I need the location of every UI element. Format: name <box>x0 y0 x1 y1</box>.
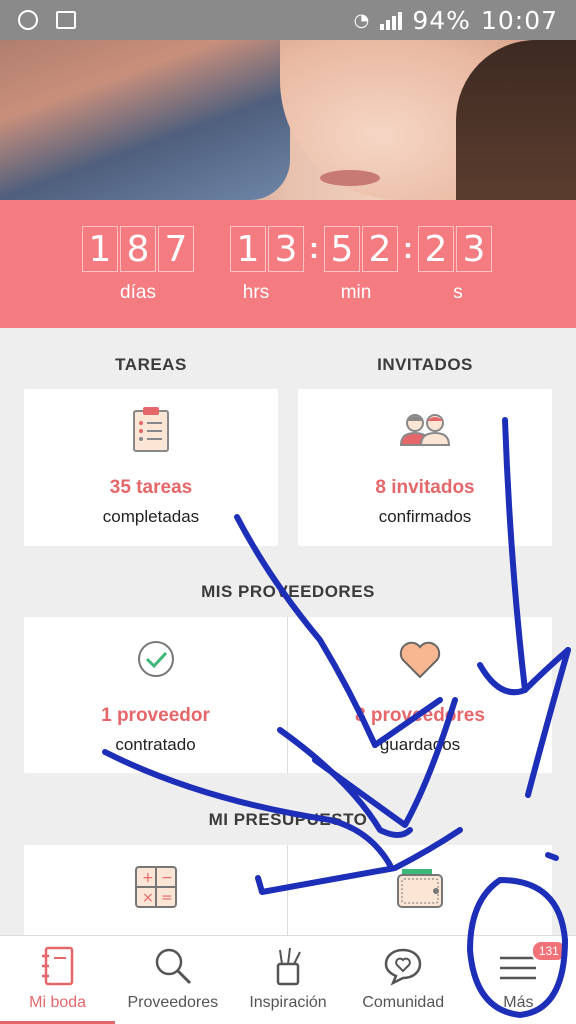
wedding-countdown: 1 8 7 1 3 : 5 2 : 2 3 días hrs min s <box>0 200 576 328</box>
nav-label: Comunidad <box>362 994 445 1011</box>
countdown-minutes: 5 2 <box>324 226 398 272</box>
digit: 2 <box>362 226 398 272</box>
section-title-invitados: INVITADOS <box>377 355 473 374</box>
tasks-sub: completadas <box>102 507 200 526</box>
calculator-icon: + − × = <box>134 865 178 914</box>
nav-mas[interactable]: 131 Más <box>461 936 576 1024</box>
seconds-label: s <box>453 282 463 303</box>
countdown-days: 1 8 7 <box>82 226 194 272</box>
digit: 3 <box>456 226 492 272</box>
digit: 1 <box>82 226 118 272</box>
heart-icon <box>399 641 441 684</box>
digit: 3 <box>268 226 304 272</box>
battery-text: 94% <box>412 5 471 35</box>
tools-icon <box>276 947 301 986</box>
hired-sub: contratado <box>115 735 196 754</box>
countdown-hours: 1 3 <box>230 226 304 272</box>
digit: 5 <box>324 226 360 272</box>
minutes-label: min <box>340 282 372 303</box>
section-title-tareas: TAREAS <box>115 355 187 374</box>
guests-count: 8 invitados <box>375 477 475 498</box>
countdown-seconds: 2 3 <box>418 226 492 272</box>
section-title-presupuesto: MI PRESUPUESTO <box>208 810 368 829</box>
budget-card: + − × = <box>24 845 552 940</box>
nav-label: Inspiración <box>249 994 327 1011</box>
clipboard-icon <box>131 405 171 458</box>
tasks-count: 35 tareas <box>109 477 193 498</box>
days-label: días <box>120 282 156 303</box>
nav-label: Más <box>503 994 534 1011</box>
separator: : <box>403 232 413 265</box>
wallet-icon <box>396 865 444 914</box>
nav-label: Proveedores <box>127 994 219 1011</box>
hired-count: 1 proveedor <box>101 705 210 726</box>
svg-text:×: × <box>142 890 154 906</box>
image-icon <box>56 11 76 29</box>
saved-sub: guardados <box>379 735 461 754</box>
vendors-card: 1 proveedor contratado 8 proveedores gua… <box>24 617 552 773</box>
status-bar: ◔ 94% 10:07 <box>0 0 576 40</box>
svg-text:−: − <box>161 870 173 886</box>
svg-text:=: = <box>161 890 173 906</box>
hired-vendors[interactable]: 1 proveedor contratado <box>24 617 287 773</box>
digit: 7 <box>158 226 194 272</box>
alarm-icon <box>18 10 38 30</box>
tasks-card[interactable]: 35 tareas completadas <box>24 389 278 546</box>
digit: 2 <box>418 226 454 272</box>
couple-photo <box>0 40 576 200</box>
guests-icon <box>398 411 452 452</box>
digit: 1 <box>230 226 266 272</box>
notebook-icon <box>41 946 73 986</box>
digit: 8 <box>120 226 156 272</box>
section-title-proveedores: MIS PROVEEDORES <box>201 582 375 601</box>
saved-count: 8 proveedores <box>355 705 485 726</box>
hours-label: hrs <box>242 282 270 303</box>
signal-icon <box>380 10 403 30</box>
budget-calculator[interactable]: + − × = <box>24 845 287 940</box>
svg-text:+: + <box>142 870 154 886</box>
check-circle-icon <box>136 639 176 684</box>
nav-proveedores[interactable]: Proveedores <box>115 936 230 1024</box>
guests-sub: confirmados <box>378 507 472 526</box>
search-icon <box>155 948 191 985</box>
saved-vendors[interactable]: 8 proveedores guardados <box>288 617 552 773</box>
nav-mi-boda[interactable]: Mi boda <box>0 936 116 1024</box>
chat-heart-icon <box>384 948 422 986</box>
wifi-icon: ◔ <box>353 9 371 31</box>
nav-comunidad[interactable]: Comunidad <box>346 936 461 1024</box>
separator: : <box>309 232 319 265</box>
notification-badge: 131 <box>530 940 567 962</box>
guests-card[interactable]: 8 invitados confirmados <box>298 389 552 546</box>
clock: 10:07 <box>480 5 558 35</box>
nav-inspiracion[interactable]: Inspiración <box>230 936 345 1024</box>
budget-wallet[interactable] <box>288 845 552 940</box>
bottom-navigation: Mi boda Proveedores Inspiración Comunida… <box>0 935 576 1024</box>
nav-label: Mi boda <box>29 994 87 1011</box>
